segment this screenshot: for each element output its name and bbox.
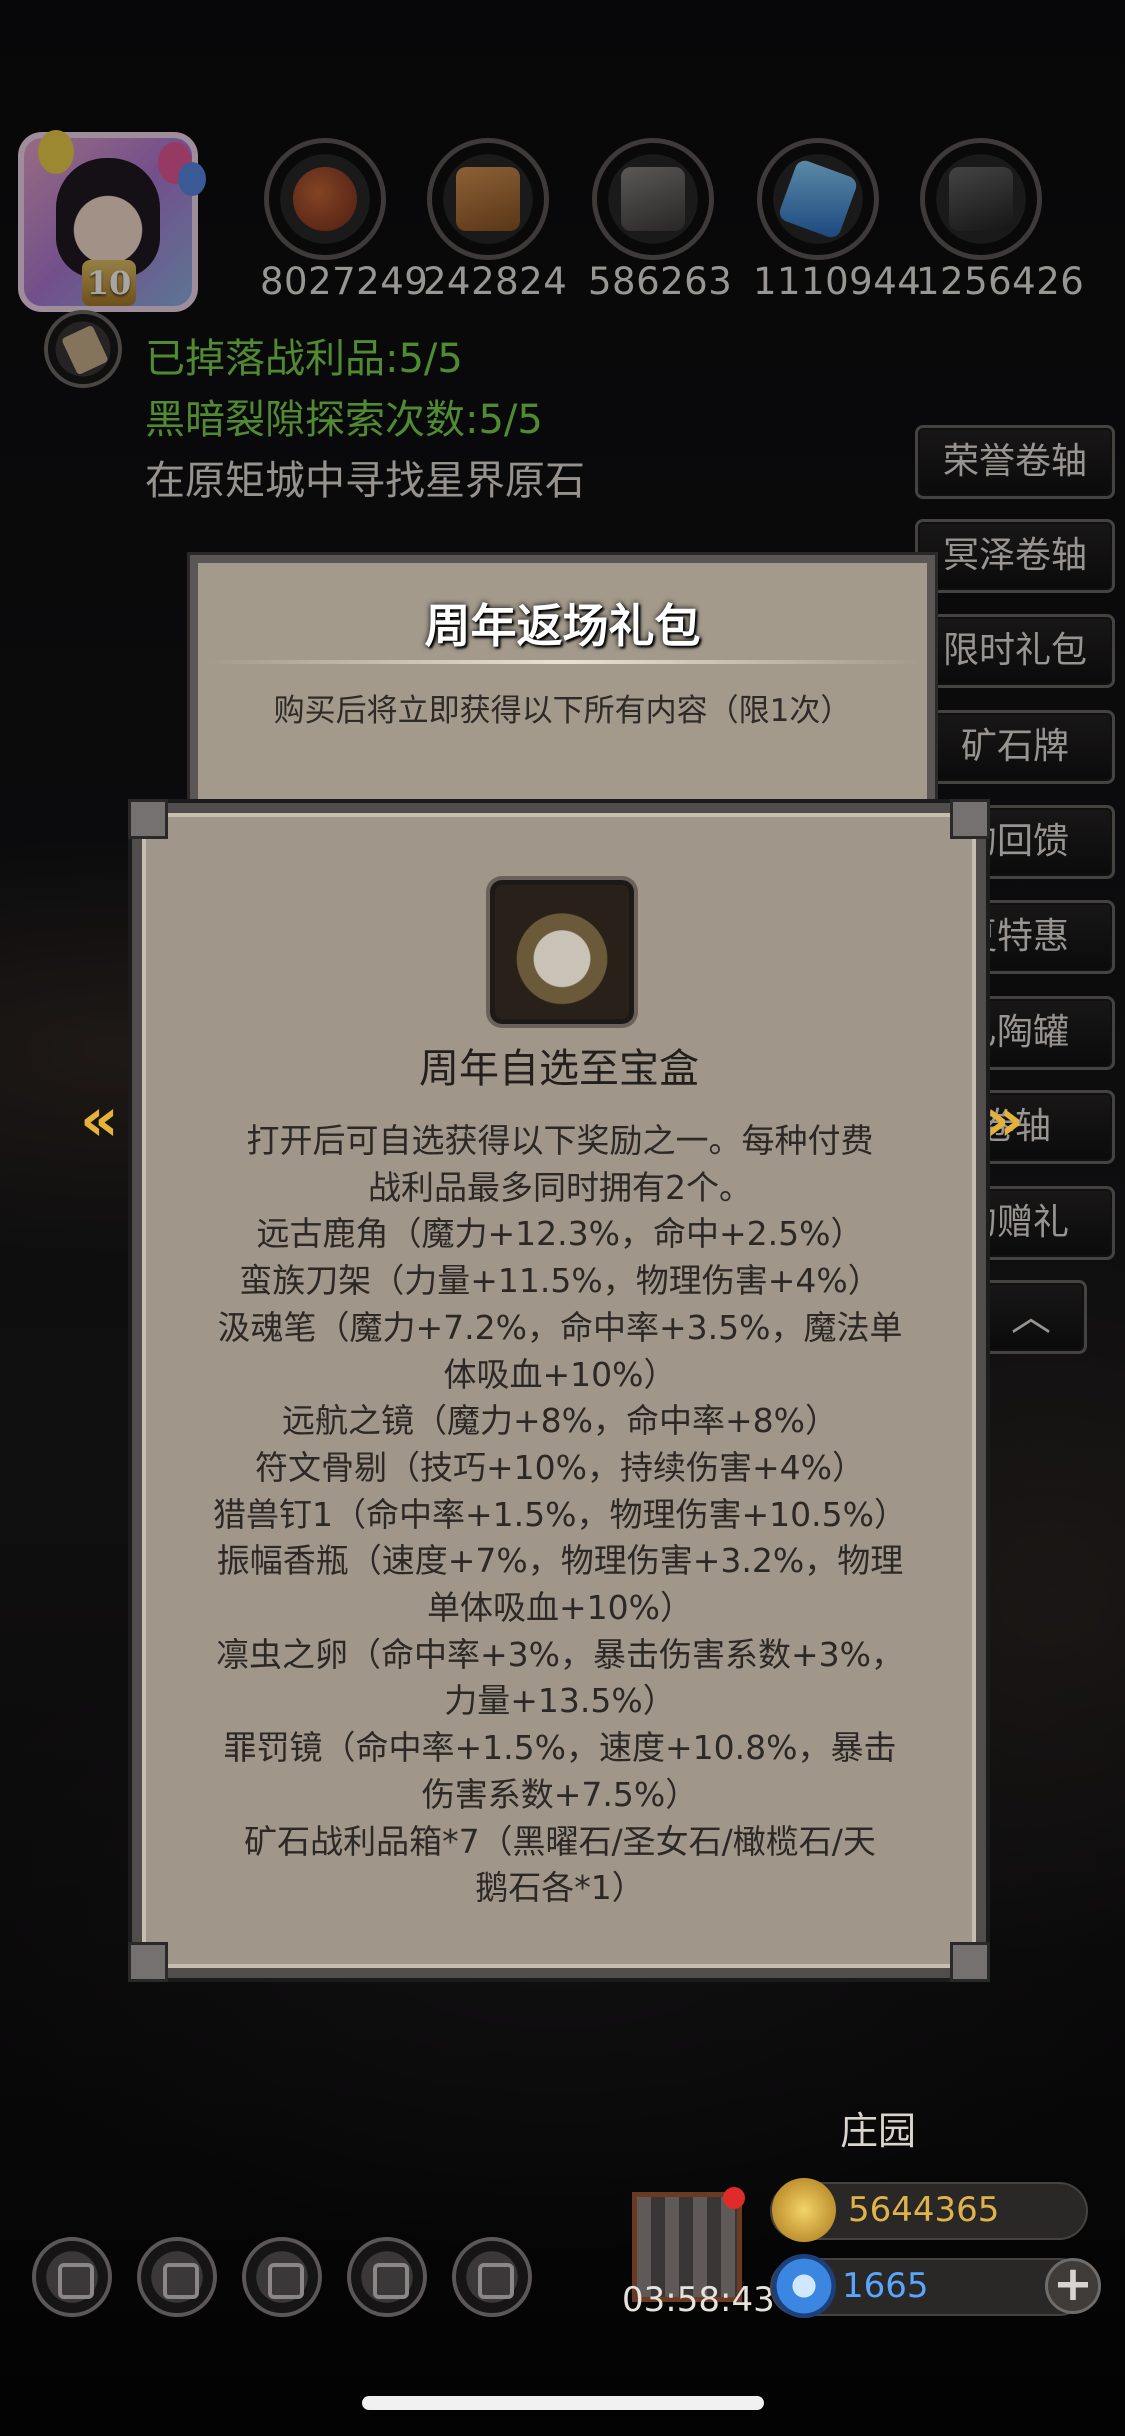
mail-icon[interactable] [347,2237,427,2317]
gold-coin-icon [772,2178,836,2242]
description-line: 振幅香瓶（速度+7%，物理伤害+3.2%，物理 [216,1541,904,1581]
panel-corner [950,1942,990,1982]
description-line: 汲魂笔（魔力+7.2%，命中率+3.5%，魔法单 [217,1307,903,1347]
panel-corner [128,1942,168,1982]
home-indicator[interactable] [362,2396,764,2410]
estate-label[interactable]: 庄园 [840,2100,916,2155]
pack-subtitle: 购买后将立即获得以下所有内容（限1次） [273,693,852,729]
next-arrow-icon[interactable]: » [985,1085,1024,1155]
settings-gear-icon[interactable] [32,2237,112,2317]
description-line: 猎兽钉1（命中率+1.5%，物理伤害+10.5%） [213,1494,907,1534]
description-line: 力量+13.5%） [444,1681,676,1721]
pack-title: 周年返场礼包 [424,599,701,653]
prev-arrow-icon[interactable]: « [80,1085,119,1155]
treasure-chest-icon [490,880,634,1024]
description-line: 罪罚镜（命中率+1.5%，速度+10.8%，暴击 [223,1728,897,1768]
description-line: 战利品最多同时拥有2个。 [368,1167,752,1207]
item-description: 打开后可自选获得以下奖励之一。每种付费 战利品最多同时拥有2个。 远古鹿角（魔力… [200,1118,920,1912]
description-line: 远航之镜（魔力+8%，命中率+8%） [281,1401,838,1441]
description-line: 蛮族刀架（力量+11.5%，物理伤害+4%） [239,1261,881,1301]
description-line: 单体吸血+10%） [427,1588,693,1628]
item-name: 周年自选至宝盒 [419,1046,699,1092]
gift-timer: 03:58:43 [622,2280,775,2320]
description-line: 符文骨剔（技巧+10%，持续伤害+4%） [254,1447,865,1487]
description-line: 凛虫之卵（命中率+3%，暴击伤害系数+3%， [215,1634,904,1674]
handshake-icon[interactable] [452,2237,532,2317]
gem-icon [772,2254,836,2318]
book-icon[interactable] [242,2237,322,2317]
description-line: 矿石战利品箱*7（黑曜石/圣女石/橄榄石/天 [244,1821,876,1861]
description-line: 伤害系数+7.5%） [421,1774,699,1814]
panel-corner [128,799,168,839]
notification-dot [723,2187,745,2209]
gold-value: 5644365 [848,2190,1000,2230]
panel-corner [950,799,990,839]
description-line: 体吸血+10%） [443,1354,677,1394]
description-line: 远古鹿角（魔力+12.3%，命中+2.5%） [256,1214,864,1254]
description-line: 鹅石各*1） [475,1868,645,1908]
title-divider [205,660,920,664]
badge-icon[interactable] [137,2237,217,2317]
add-gems-button[interactable]: + [1045,2258,1101,2314]
description-line: 打开后可自选获得以下奖励之一。每种付费 [246,1121,874,1160]
gem-value: 1665 [842,2266,929,2306]
